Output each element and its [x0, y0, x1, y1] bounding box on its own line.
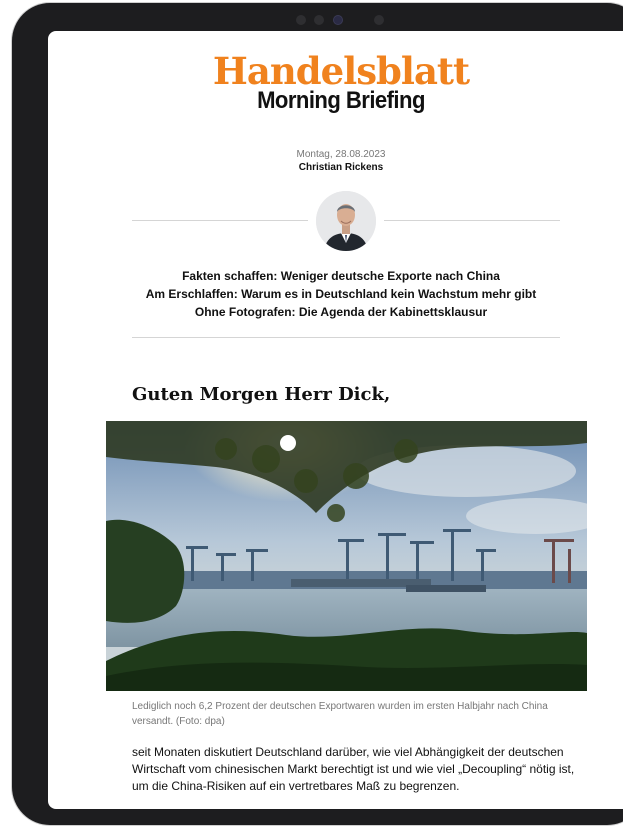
headline-item[interactable]: Fakten schaffen: Weniger deutsche Export… [48, 267, 623, 285]
divider-bottom [132, 337, 560, 338]
harbor-photo [106, 421, 587, 691]
author-name: Christian Rickens [298, 162, 384, 173]
sensor-dot [314, 15, 324, 25]
email-screen: Handelsblatt Morning Briefing Montag, 28… [48, 31, 623, 809]
article-intro: seit Monaten diskutiert Deutschland darü… [132, 745, 575, 793]
divider-left [132, 220, 308, 221]
greeting: Guten Morgen Herr Dick, [132, 384, 391, 405]
author-portrait-icon [316, 191, 376, 251]
divider-right [384, 220, 560, 221]
headline-list: Fakten schaffen: Weniger deutsche Export… [48, 267, 623, 321]
image-caption: Lediglich noch 6,2 Prozent der deutschen… [132, 701, 548, 727]
sensor-dot [296, 15, 306, 25]
tablet-frame: Handelsblatt Morning Briefing Montag, 28… [12, 3, 623, 825]
author-avatar [316, 191, 376, 251]
hero-image[interactable] [106, 421, 587, 691]
headline-item[interactable]: Ohne Fotografen: Die Agenda der Kabinett… [48, 303, 623, 321]
sensor-dot [374, 15, 384, 25]
headline-item[interactable]: Am Erschlaffen: Warum es in Deutschland … [48, 285, 623, 303]
camera-lens-icon [334, 16, 342, 24]
issue-date: Montag, 28.08.2023 [296, 149, 386, 160]
newsletter-title: Morning Briefing [257, 87, 425, 114]
camera-bar [296, 13, 396, 27]
